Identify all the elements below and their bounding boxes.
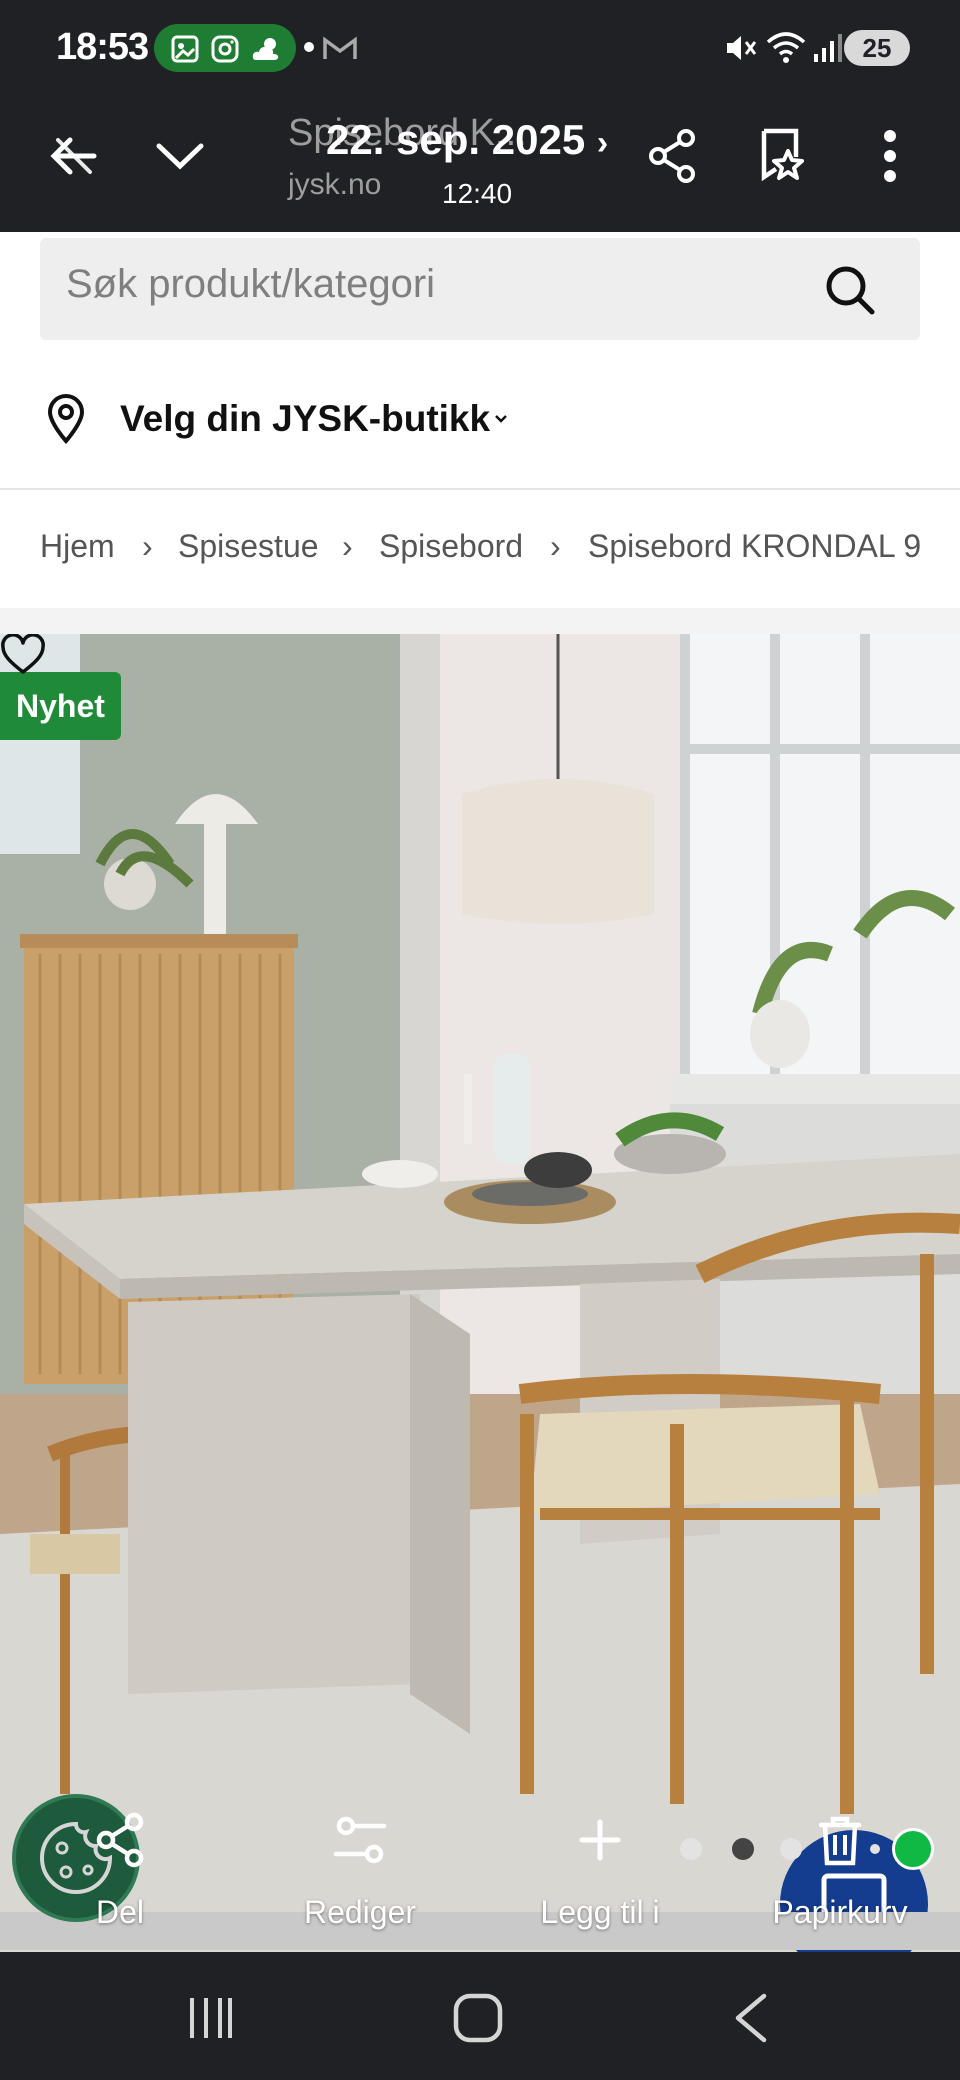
home-button[interactable] <box>428 1978 528 2058</box>
share-action-label: Del <box>95 1894 144 1930</box>
breadcrumb-separator-icon: › <box>550 528 561 564</box>
capture-date[interactable]: 22. sep. 2025 › <box>326 116 608 164</box>
edit-action-label: Rediger <box>303 1894 417 1930</box>
collapse-button[interactable] <box>140 116 220 196</box>
more-notifications-dot <box>304 42 314 52</box>
back-button[interactable] <box>34 116 114 196</box>
breadcrumb-current-product: Spisebord KRONDAL 9 <box>588 528 922 564</box>
breadcrumb-home[interactable]: Hjem <box>40 528 115 565</box>
breadcrumb-spisestue[interactable]: Spisestue <box>178 528 319 565</box>
plus-icon <box>579 1819 621 1861</box>
breadcrumb-separator-icon: › <box>342 528 353 564</box>
add-to-action-label: Legg til i <box>540 1894 660 1930</box>
recent-apps-icon <box>190 1998 232 2038</box>
battery-level: 25 <box>844 30 910 66</box>
store-selector-label: Velg din JYSK-butikk <box>120 398 491 439</box>
status-bar: 18:53 25 <box>0 0 960 96</box>
home-icon <box>453 1993 503 2043</box>
browser-toolbar: Spisebord K... jysk.no 22. sep. 2025 › 1… <box>0 96 960 232</box>
chevron-down-icon <box>495 415 507 423</box>
search-section <box>0 232 960 354</box>
more-options-button[interactable] <box>850 116 930 196</box>
location-pin-icon <box>47 394 85 444</box>
mute-icon <box>727 36 757 60</box>
gallery-icon <box>171 35 199 63</box>
back-nav-button[interactable] <box>700 1978 800 2058</box>
add-to-action[interactable]: Legg til i <box>500 1800 700 1931</box>
carousel-dot[interactable] <box>680 1838 702 1860</box>
recent-apps-button[interactable] <box>160 1978 260 2058</box>
carousel-dot-active[interactable] <box>732 1838 754 1860</box>
capture-date-text: 22. sep. 2025 <box>326 116 586 163</box>
screenshot-action-bar: Del Rediger Legg til i Papirkurv <box>0 1800 960 1952</box>
capture-time: 12:40 <box>442 178 513 209</box>
signal-icon <box>814 34 842 62</box>
status-time: 18:53 <box>56 26 149 68</box>
dining-room-photo <box>0 634 960 1952</box>
new-badge: Nyhet <box>0 672 121 740</box>
trash-action-label: Papirkurv <box>772 1894 908 1930</box>
instagram-icon <box>211 35 239 63</box>
section-divider <box>0 608 960 634</box>
carousel-dot[interactable] <box>870 1844 880 1854</box>
chevron-down-icon <box>156 143 204 170</box>
edit-action[interactable]: Rediger <box>260 1800 460 1931</box>
chevron-right-icon: › <box>596 124 609 162</box>
carousel-dot[interactable] <box>780 1838 802 1860</box>
share-action[interactable]: Del <box>20 1800 220 1931</box>
share-button[interactable] <box>632 116 712 196</box>
wifi-icon <box>766 32 806 63</box>
gmail-icon <box>323 36 357 59</box>
trash-icon <box>818 1816 862 1866</box>
search-box[interactable] <box>40 238 920 340</box>
share-icon <box>96 1812 144 1868</box>
breadcrumb: Hjem › Spisestue › Spisebord › Spisebord… <box>0 490 960 608</box>
back-icon <box>735 1993 767 2043</box>
arrow-left-icon <box>50 137 97 175</box>
store-selector[interactable]: Velg din JYSK-butikk <box>0 354 960 490</box>
breadcrumb-separator-icon: › <box>142 528 153 564</box>
bookmark-star-icon <box>761 128 804 182</box>
product-image[interactable]: Nyhet <box>0 634 960 1952</box>
share-icon <box>649 129 695 183</box>
page-domain: jysk.no <box>288 168 382 201</box>
search-icon[interactable] <box>824 264 876 316</box>
more-vertical-icon <box>884 130 896 182</box>
breadcrumb-spisebord[interactable]: Spisebord <box>379 528 523 565</box>
web-page: Velg din JYSK-butikk Hjem › Spisestue › … <box>0 232 960 1952</box>
weather-icon <box>252 38 279 60</box>
notification-icons <box>154 24 296 72</box>
trash-action[interactable]: Papirkurv <box>740 1800 940 1931</box>
heart-icon[interactable] <box>0 634 46 676</box>
bookmark-button[interactable] <box>742 116 822 196</box>
sliders-icon <box>333 1816 387 1864</box>
search-input[interactable] <box>66 262 806 307</box>
system-nav-bar <box>0 1952 960 2080</box>
